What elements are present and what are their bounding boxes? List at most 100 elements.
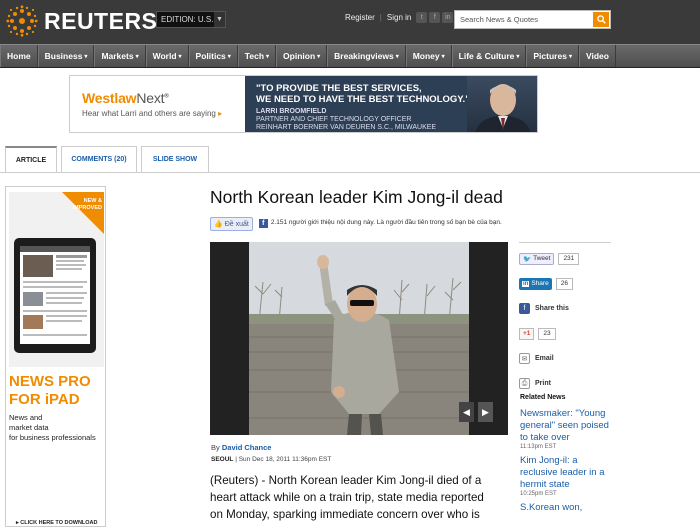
nav-item-video[interactable]: Video: [578, 45, 616, 67]
sign-in-link[interactable]: Sign in: [387, 13, 411, 22]
nav-item-home[interactable]: Home: [0, 45, 38, 67]
email-row[interactable]: ✉ Email: [519, 349, 611, 368]
ad-quote: "TO PROVIDE THE BEST SERVICES, WE NEED T…: [256, 83, 470, 105]
ad-brand: WestlawNext®: [82, 90, 169, 106]
prev-photo-button[interactable]: ◀: [459, 402, 474, 422]
westlaw-ad-banner[interactable]: WestlawNext® Hear what Larri and others …: [69, 75, 538, 133]
list-item: Newsmaker: "Young general" seen poised t…: [520, 408, 615, 450]
chevron-down-icon: ▾: [266, 53, 270, 60]
related-link[interactable]: S.Korean won,: [520, 502, 615, 514]
nav-item-pictures[interactable]: Pictures ▾: [526, 45, 579, 67]
ad-brand-panel: WestlawNext® Hear what Larri and others …: [70, 76, 245, 132]
email-label: Email: [535, 355, 554, 362]
tweet-count: 231: [558, 252, 580, 265]
byline: By David Chance: [211, 443, 272, 452]
facebook-recommend-button[interactable]: 👍 Đề xuất: [210, 217, 253, 231]
nav-item-label: Money: [412, 51, 440, 61]
related-link[interactable]: Kim Jong-il: a reclusive leader in a her…: [520, 455, 615, 491]
linkedin-count: 26: [555, 277, 573, 290]
register-link[interactable]: Register: [345, 13, 375, 22]
account-links: Register | Sign in t f in: [345, 12, 454, 23]
chevron-down-icon: ▾: [568, 53, 572, 60]
download-link[interactable]: ▸ CLICK HERE TO DOWNLOAD: [16, 520, 98, 526]
reuters-logo-icon: [6, 5, 38, 37]
linkedin-icon[interactable]: in: [442, 12, 454, 23]
article-body: (Reuters) - North Korean leader Kim Jong…: [210, 474, 484, 521]
nav-item-label: Opinion: [283, 51, 316, 61]
edition-label: EDITION: U.S.: [161, 15, 214, 24]
facebook-share-row[interactable]: f Share this: [519, 299, 611, 318]
arrow-right-icon: ▸: [16, 520, 19, 526]
nav-item-tech[interactable]: Tech ▾: [237, 45, 277, 67]
list-item: Kim Jong-il: a reclusive leader in a her…: [520, 455, 615, 497]
search-button[interactable]: [593, 12, 609, 27]
chevron-right-icon: ▶: [482, 406, 489, 417]
article-tabs: ARTICLE COMMENTS (20) SLIDE SHOW: [5, 146, 213, 173]
divider: [519, 242, 611, 243]
ad-quote-panel: "TO PROVIDE THE BEST SERVICES, WE NEED T…: [245, 76, 537, 132]
chevron-down-icon: ▾: [178, 53, 182, 60]
nav-item-label: Pictures: [533, 51, 567, 61]
ipad-device: [14, 238, 96, 353]
ipad-image: NEW & IMPROVED: [9, 192, 104, 367]
nav-item-label: World: [152, 51, 177, 61]
chevron-down-icon: ▾: [84, 53, 88, 60]
nav-item-opinion[interactable]: Opinion ▾: [276, 45, 328, 67]
chevron-down-icon: ▾: [395, 53, 399, 60]
nav-item-breakingviews[interactable]: Breakingviews ▾: [327, 45, 406, 67]
google-plus-button[interactable]: +1: [519, 327, 535, 340]
facebook-icon[interactable]: f: [429, 12, 441, 23]
nav-item-label: Life & Culture: [458, 51, 515, 61]
related-time: 10:25pm EST: [520, 491, 557, 497]
tab-slide-show[interactable]: SLIDE SHOW: [141, 146, 209, 172]
news-pro-ipad-ad[interactable]: NEW & IMPROVED NEWS PRO FOR iPAD News an…: [5, 186, 106, 527]
linkedin-share-button[interactable]: in Share: [519, 277, 552, 290]
ad-tagline[interactable]: Hear what Larri and others are saying ▸: [82, 109, 222, 118]
separator: |: [379, 13, 382, 22]
news-pro-subtitle: FOR iPAD: [9, 391, 80, 408]
twitter-bird-icon: 🐦: [523, 255, 532, 263]
facebook-recommend-count: 2.151 người giới thiệu nội dung này. Là …: [270, 219, 502, 226]
chevron-down-icon: ▼: [214, 12, 225, 27]
facebook-icon: f: [519, 303, 530, 314]
top-header: REUTERS EDITION: U.S. ▼ Register | Sign …: [0, 0, 700, 44]
news-pro-title: NEWS PRO: [9, 373, 91, 390]
chevron-left-icon: ◀: [463, 406, 470, 417]
search-input[interactable]: Search News & Quotes: [455, 15, 593, 24]
logo-text: REUTERS: [44, 7, 158, 34]
linkedin-icon: in: [522, 280, 530, 287]
related-link[interactable]: Newsmaker: "Young general" seen poised t…: [520, 408, 615, 444]
nav-item-label: Breakingviews: [334, 51, 394, 61]
thumbs-up-icon: 👍: [214, 221, 223, 228]
nav-item-markets[interactable]: Markets ▾: [94, 45, 146, 67]
nav-item-label: Politics: [195, 51, 226, 61]
author-link[interactable]: David Chance: [222, 443, 272, 452]
edition-selector[interactable]: EDITION: U.S. ▼: [156, 11, 226, 28]
related-news-heading: Related News: [520, 394, 566, 401]
tweet-button[interactable]: 🐦 Tweet: [519, 252, 555, 265]
nav-item-world[interactable]: World ▾: [145, 45, 189, 67]
nav-item-business[interactable]: Business ▾: [37, 45, 95, 67]
reuters-logo[interactable]: REUTERS: [6, 5, 157, 37]
tab-comments[interactable]: COMMENTS (20): [61, 146, 137, 172]
nav-item-money[interactable]: Money ▾: [405, 45, 452, 67]
print-row[interactable]: ⎙ Print: [519, 374, 611, 393]
list-item: S.Korean won,: [520, 502, 615, 514]
linkedin-row: in Share 26: [519, 274, 611, 293]
news-pro-description: News and market data for business profes…: [9, 413, 96, 442]
related-time: 11:13pm EST: [520, 444, 557, 450]
twitter-icon[interactable]: t: [416, 12, 428, 23]
print-icon: ⎙: [519, 378, 530, 389]
nav-item-label: Markets: [101, 51, 134, 61]
nav-item-politics[interactable]: Politics ▾: [188, 45, 238, 67]
main-nav: Home Business ▾ Markets ▾ World ▾ Politics ▾ Tech…: [0, 44, 700, 68]
ad-attribution: LARRI BROOMFIELD PARTNER AND CHIEF TECHN…: [256, 108, 437, 131]
facebook-recommend-row: 👍 Đề xuất f 2.151 người giới thiệu nội d…: [210, 217, 510, 239]
nav-item-life-culture[interactable]: Life & Culture ▾: [451, 45, 527, 67]
chevron-down-icon: ▾: [135, 53, 139, 60]
tab-article[interactable]: ARTICLE: [5, 146, 57, 173]
ribbon-text: NEW & IMPROVED: [72, 198, 102, 211]
facebook-share-label: Share this: [535, 305, 569, 312]
next-photo-button[interactable]: ▶: [478, 402, 493, 422]
article-photo[interactable]: ◀ ▶: [210, 242, 508, 435]
